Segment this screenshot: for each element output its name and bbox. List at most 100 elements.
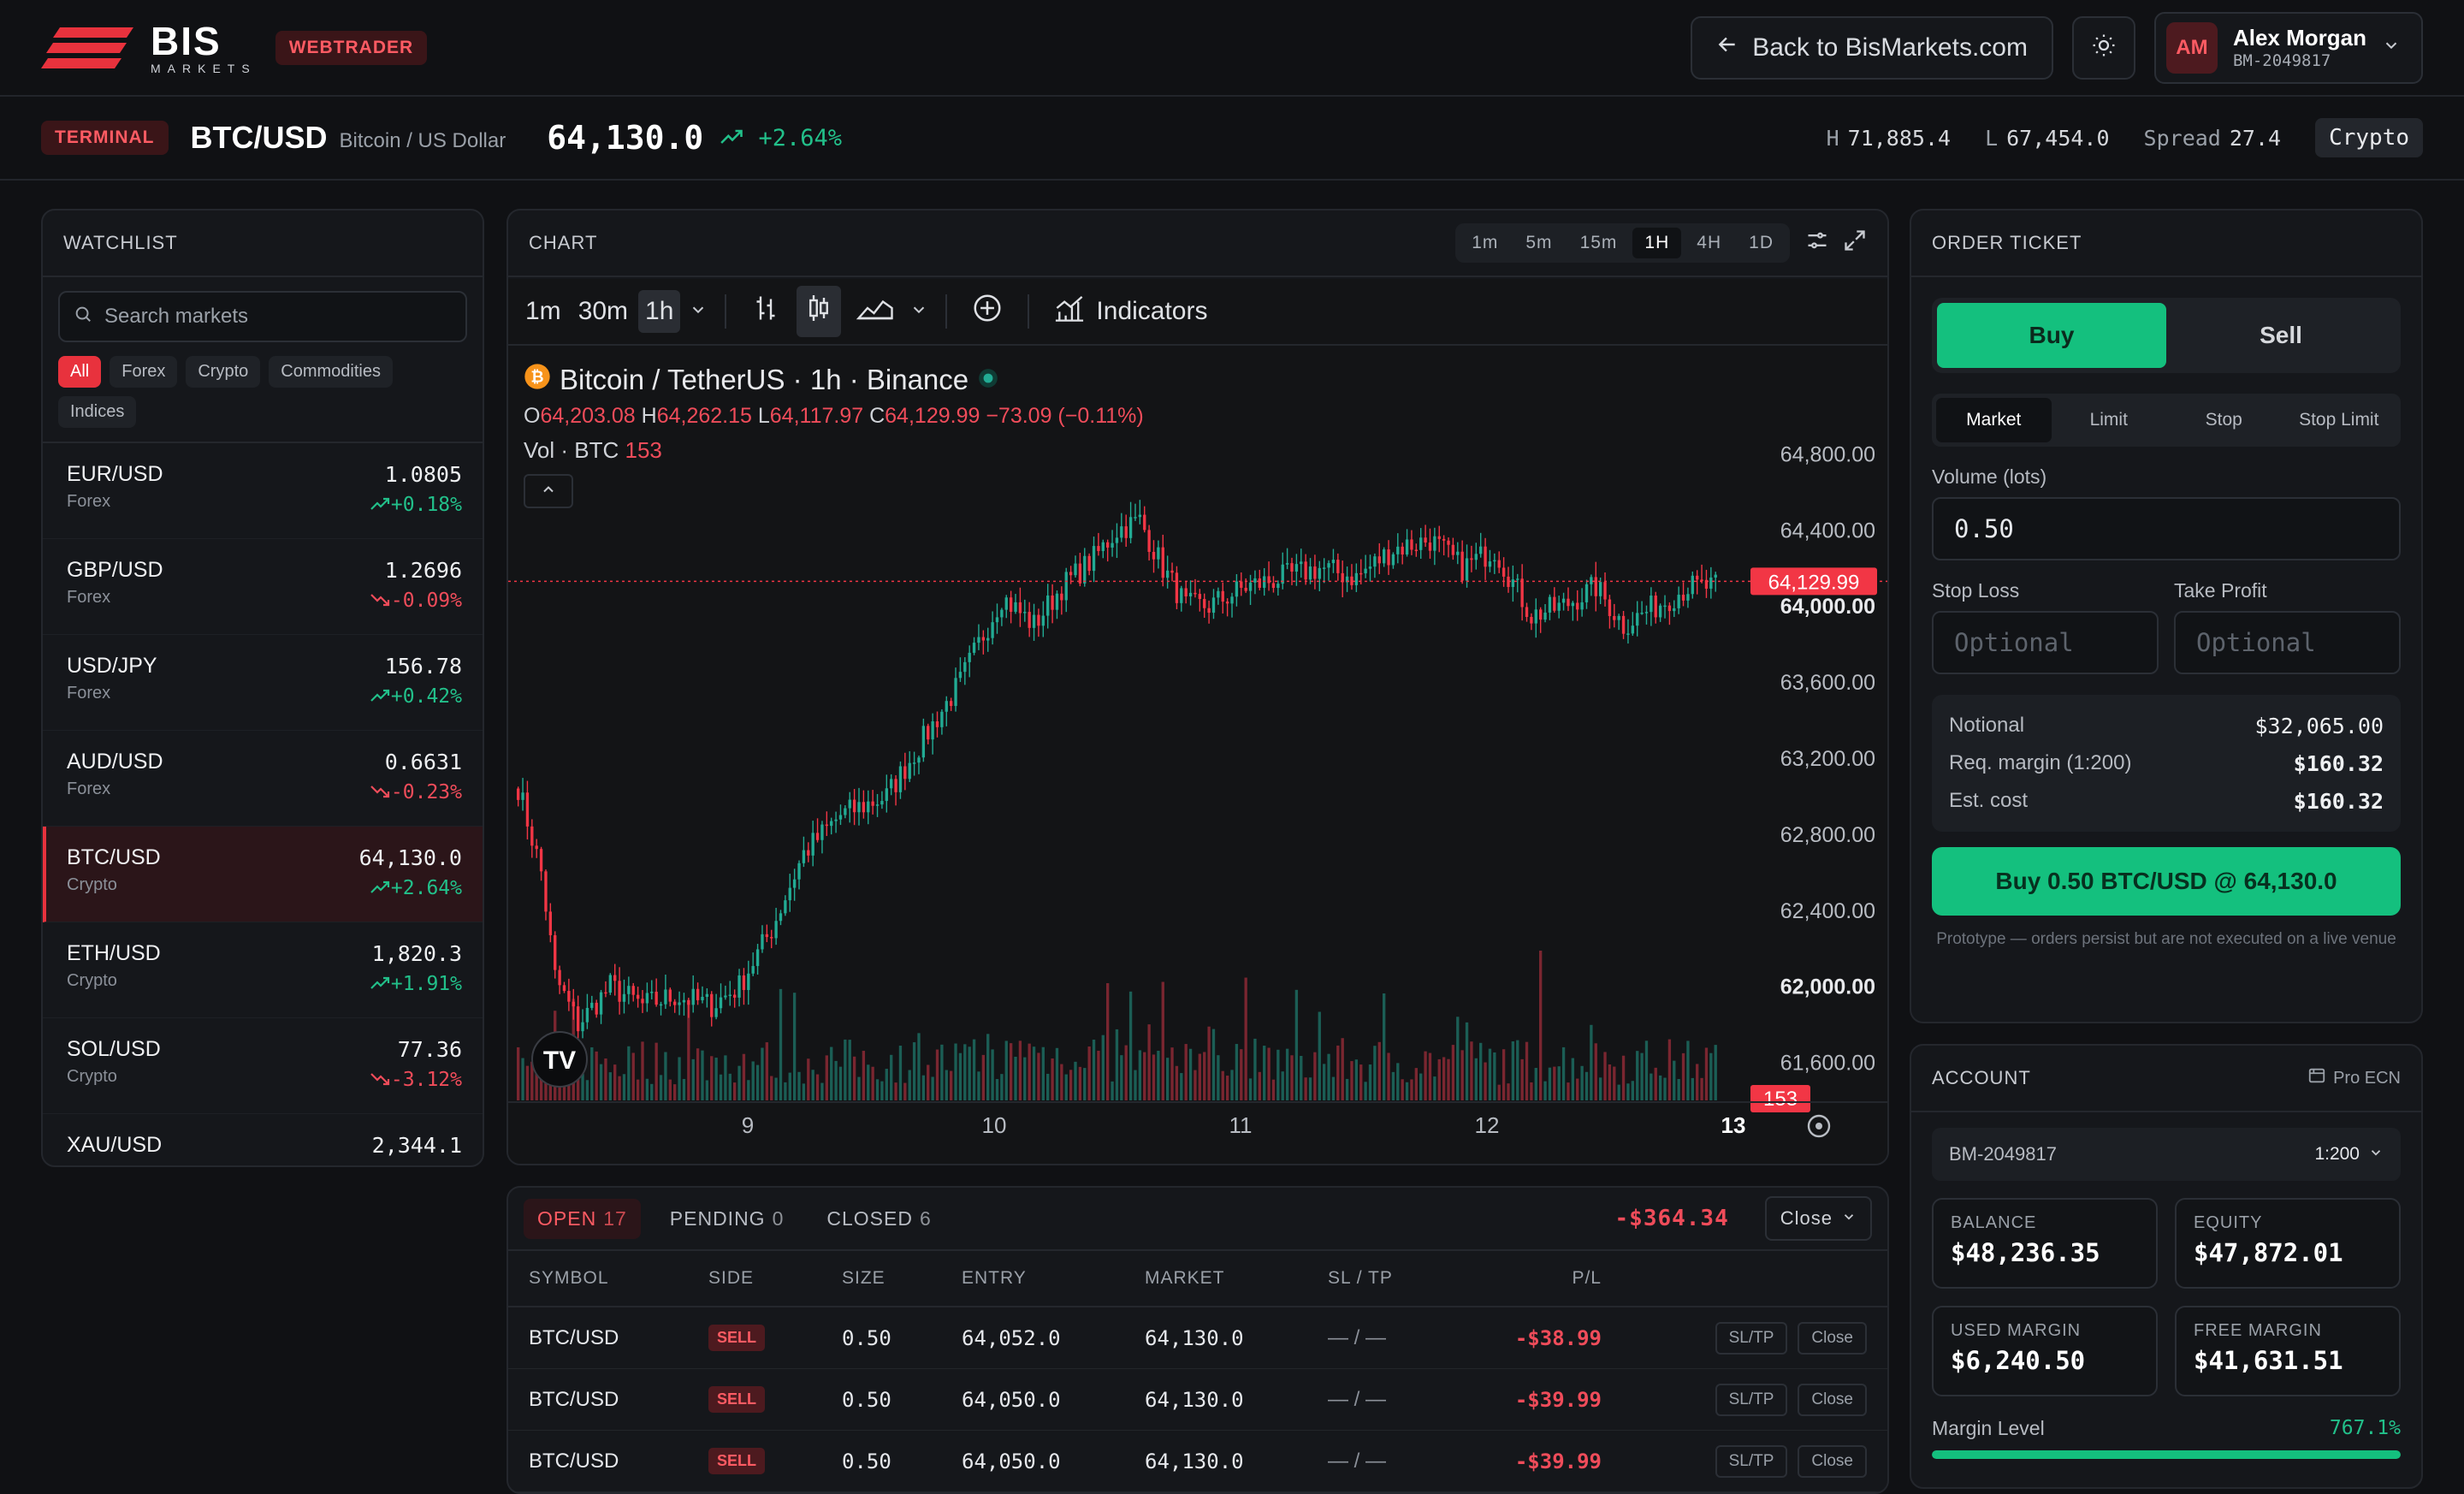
- theme-toggle-button[interactable]: [2071, 15, 2135, 80]
- position-symbol: BTC/USD: [529, 1387, 619, 1411]
- tab-pending[interactable]: PENDING 0: [656, 1199, 798, 1239]
- search-input[interactable]: Search markets: [58, 291, 467, 342]
- sltp-button[interactable]: SL/TP: [1715, 1383, 1788, 1416]
- tab-closed[interactable]: CLOSED 6: [813, 1199, 945, 1239]
- metric-label: EQUITY: [2194, 1213, 2263, 1232]
- account-selector[interactable]: BM-2049817 1:200: [1932, 1128, 2401, 1181]
- watchlist-item[interactable]: SOL/USD Crypto 77.36 -3.12%: [43, 1018, 483, 1114]
- candle: [1198, 594, 1202, 599]
- market-stats: H 71,885.4 L 67,454.0 Spread 27.4 Crypto: [1827, 118, 2423, 157]
- volume-bar: [830, 1046, 833, 1100]
- volume-bar: [935, 1049, 939, 1100]
- logo[interactable]: BIS MARKETS: [41, 21, 257, 74]
- volume-label: Vol · BTC: [524, 437, 619, 463]
- buy-side-button[interactable]: Buy: [1937, 303, 2166, 368]
- watchlist-item[interactable]: USD/JPY Forex 156.78 +0.42%: [43, 635, 483, 731]
- volume-input[interactable]: 0.50: [1932, 497, 2401, 560]
- timeframe-15m[interactable]: 15m: [1568, 228, 1630, 258]
- expand-icon[interactable]: [1843, 228, 1867, 258]
- interval-30m[interactable]: 30m: [572, 290, 635, 333]
- position-entry: 64,052.0: [962, 1325, 1061, 1350]
- watchlist-item[interactable]: EUR/USD Forex 1.0805 +0.18%: [43, 443, 483, 539]
- table-row[interactable]: BTC/USD SELL 0.50 64,050.0 64,130.0 — / — -$39…: [508, 1431, 1887, 1492]
- order-type-limit[interactable]: Limit: [2052, 398, 2167, 442]
- timeframe-4H[interactable]: 4H: [1685, 228, 1733, 258]
- filter-chip-all[interactable]: All: [58, 356, 102, 388]
- candle: [1474, 554, 1478, 560]
- candle: [1673, 608, 1676, 612]
- candle: [613, 975, 617, 981]
- position-size: 0.50: [842, 1449, 891, 1473]
- order-type-stop[interactable]: Stop: [2166, 398, 2282, 442]
- filter-chip-crypto[interactable]: Crypto: [186, 356, 261, 388]
- volume-bar: [1603, 1052, 1607, 1100]
- stop-loss-input[interactable]: Optional: [1932, 611, 2159, 674]
- watchlist-item[interactable]: BTC/USD Crypto 64,130.0 +2.64%: [43, 827, 483, 922]
- add-plus-icon[interactable]: [964, 285, 1010, 338]
- volume-bar: [912, 1042, 916, 1100]
- candle: [1294, 564, 1299, 572]
- timeframe-1m[interactable]: 1m: [1460, 228, 1510, 258]
- filter-chip-forex[interactable]: Forex: [110, 356, 178, 388]
- bar-chart-icon[interactable]: [743, 286, 788, 337]
- tradingview-chart[interactable]: 1m 30m 1h Indicators 64,800.00 64,400.00 64,…: [508, 279, 1887, 1164]
- timeframe-1H[interactable]: 1H: [1632, 228, 1682, 258]
- candle: [1327, 563, 1330, 568]
- margin-level-value: 767.1%: [2329, 1417, 2401, 1439]
- sell-side-button[interactable]: Sell: [2166, 303, 2396, 368]
- c-value: 64,129.99: [885, 404, 980, 428]
- volume-bar: [880, 1081, 884, 1100]
- column-header: SIZE: [842, 1268, 886, 1288]
- indicators-button[interactable]: Indicators: [1046, 286, 1214, 337]
- table-row[interactable]: BTC/USD SELL 0.50 64,052.0 64,130.0 — / — -$38…: [508, 1307, 1887, 1369]
- watchlist-item[interactable]: GBP/USD Forex 1.2696 -0.09%: [43, 539, 483, 635]
- submit-order-button[interactable]: Buy 0.50 BTC/USD @ 64,130.0: [1932, 847, 2401, 916]
- watchlist-item[interactable]: AUD/USD Forex 0.6631 -0.23%: [43, 731, 483, 827]
- filter-chip-commodities[interactable]: Commodities: [269, 356, 393, 388]
- top-bar: BIS MARKETS WEBTRADER Back to BisMarkets…: [0, 0, 2464, 97]
- chevron-down-icon[interactable]: [909, 297, 928, 326]
- collapse-legend-button[interactable]: [524, 474, 573, 508]
- order-type-stop-limit[interactable]: Stop Limit: [2282, 398, 2397, 442]
- candle: [1170, 570, 1174, 573]
- area-chart-icon[interactable]: [850, 286, 901, 337]
- filter-chip-indices[interactable]: Indices: [58, 396, 137, 428]
- chevron-down-icon[interactable]: [689, 297, 708, 326]
- watchlist-item[interactable]: XAU/USD 2,344.1: [43, 1114, 483, 1165]
- close-position-button[interactable]: Close: [1798, 1321, 1867, 1355]
- svg-text:₿: ₿: [530, 369, 543, 387]
- candle: [1180, 588, 1183, 603]
- tab-open[interactable]: OPEN 17: [524, 1198, 641, 1239]
- volume-bar: [825, 1055, 828, 1100]
- order-type-market[interactable]: Market: [1936, 398, 2052, 442]
- user-menu[interactable]: AM Alex Morgan BM-2049817: [2153, 11, 2423, 84]
- candles-icon[interactable]: [797, 286, 842, 337]
- interval-1h[interactable]: 1h: [638, 290, 681, 333]
- candle: [1111, 542, 1114, 548]
- sltp-button[interactable]: SL/TP: [1715, 1444, 1788, 1478]
- volume-bar: [1203, 1052, 1206, 1100]
- settings-sliders-icon[interactable]: [1805, 228, 1829, 258]
- sltp-button[interactable]: SL/TP: [1715, 1321, 1788, 1355]
- timeframe-5m[interactable]: 5m: [1513, 228, 1564, 258]
- take-profit-input[interactable]: Optional: [2174, 611, 2401, 674]
- volume-bar: [664, 1052, 667, 1100]
- timeframe-1D[interactable]: 1D: [1737, 228, 1786, 258]
- table-row[interactable]: BTC/USD SELL 0.50 64,050.0 64,130.0 — / — -$39…: [508, 1369, 1887, 1431]
- close-all-dropdown[interactable]: Close: [1764, 1196, 1872, 1241]
- trend-up-icon: [370, 494, 391, 516]
- volume-bar: [1419, 1073, 1423, 1100]
- watchlist-item[interactable]: ETH/USD Crypto 1,820.3 +1.91%: [43, 922, 483, 1018]
- account-title: ACCOUNT: [1932, 1067, 2031, 1088]
- close-position-button[interactable]: Close: [1798, 1383, 1867, 1416]
- candle: [1598, 582, 1602, 596]
- position-symbol: BTC/USD: [529, 1325, 619, 1349]
- back-to-site-button[interactable]: Back to BisMarkets.com: [1691, 15, 2053, 80]
- close-position-button[interactable]: Close: [1798, 1444, 1867, 1478]
- candle: [1069, 572, 1073, 576]
- candle: [885, 788, 888, 802]
- candle: [908, 762, 911, 780]
- interval-1m[interactable]: 1m: [518, 290, 568, 333]
- spread-stat: Spread 27.4: [2144, 126, 2282, 151]
- volume-bar: [1051, 1058, 1054, 1100]
